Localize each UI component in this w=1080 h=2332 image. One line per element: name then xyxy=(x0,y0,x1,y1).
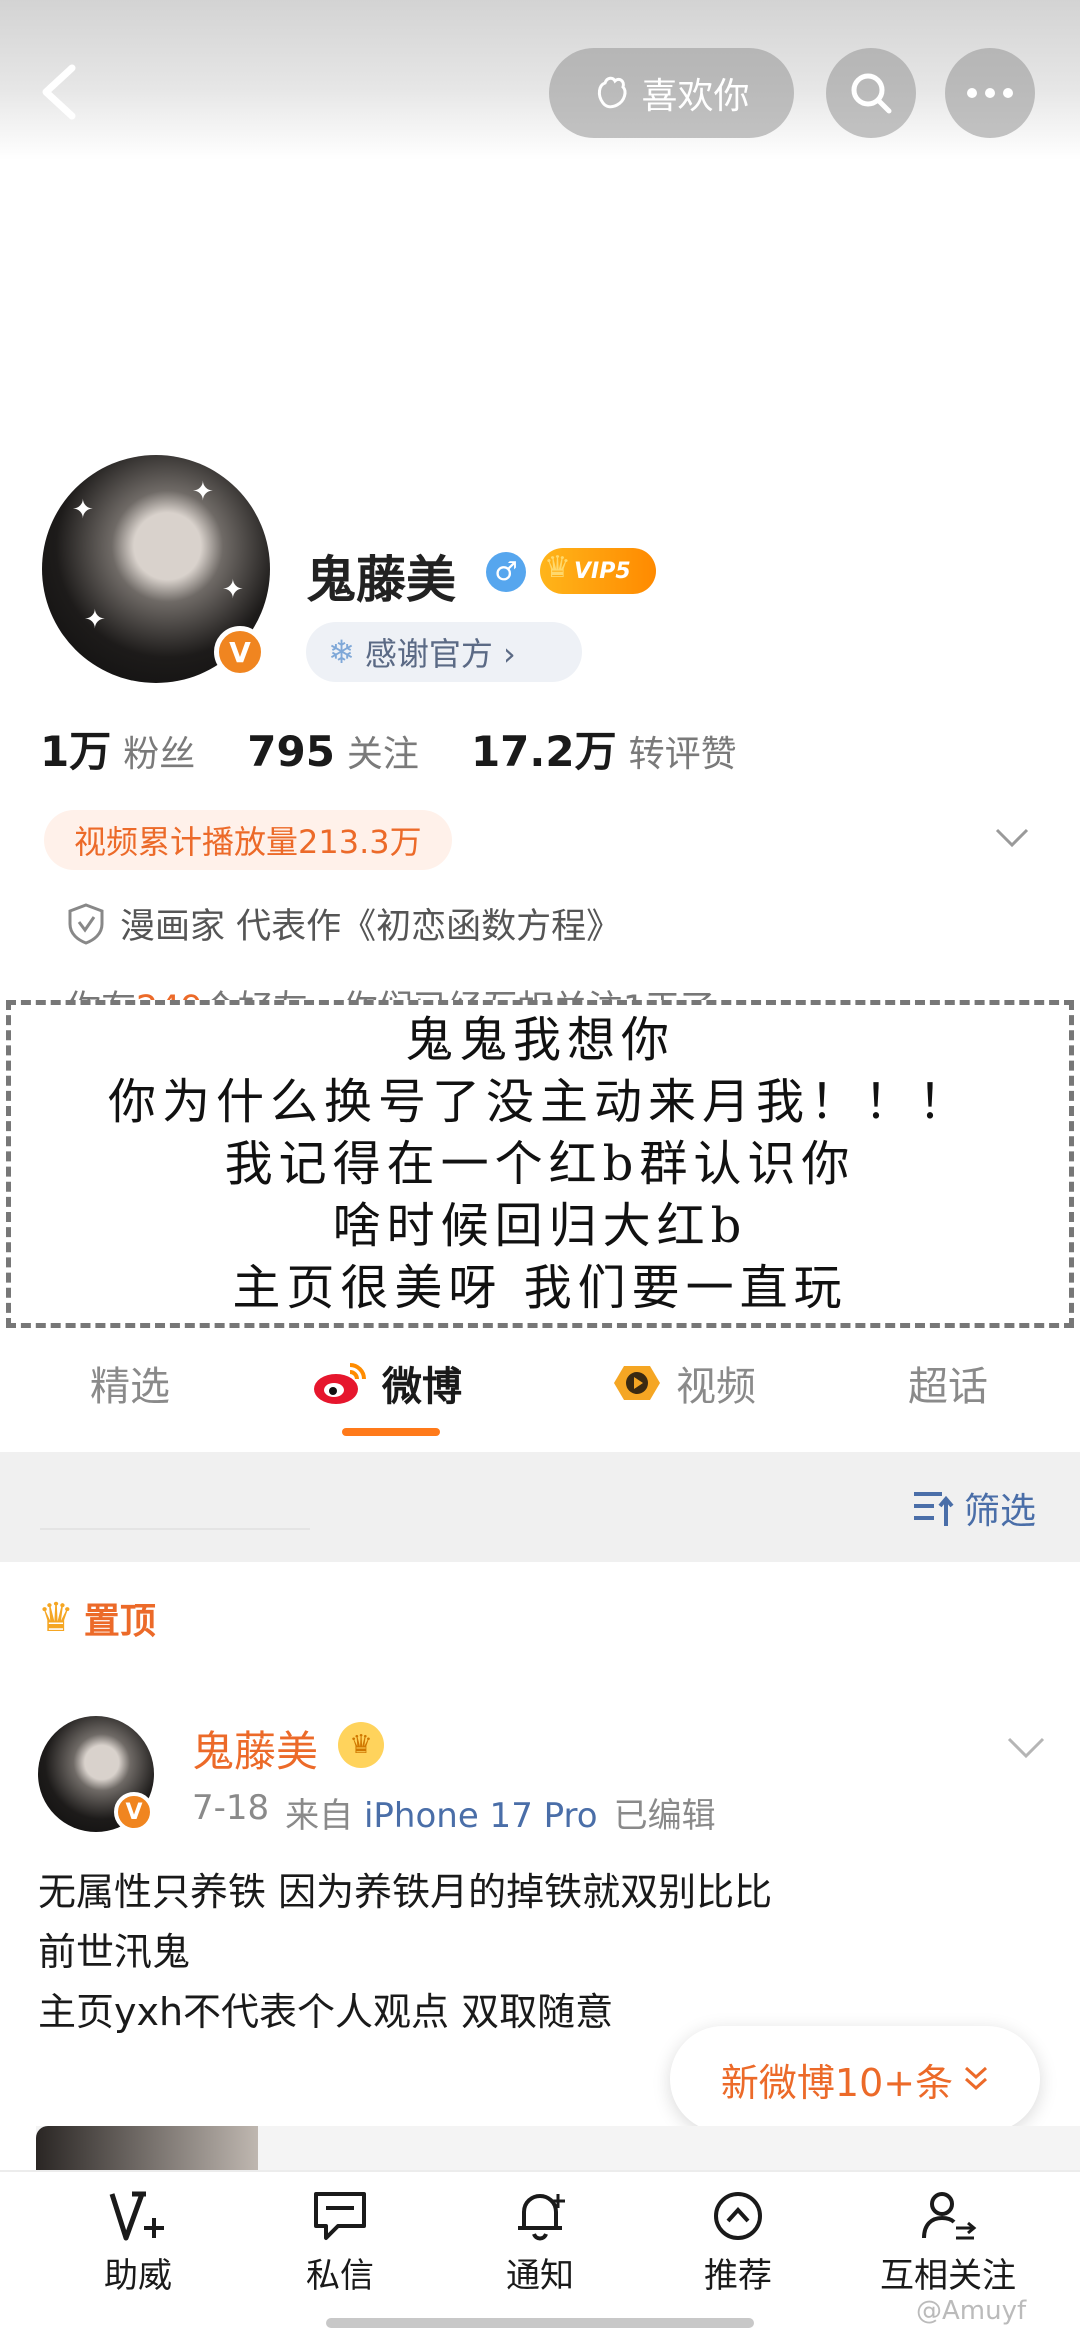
post-author-name[interactable]: 鬼藤美 xyxy=(192,1718,318,1779)
pinned-label: 置顶 xyxy=(83,1601,156,1642)
note-line: 啥时候回归大红b xyxy=(332,1198,748,1254)
tab-video[interactable]: 视频 xyxy=(610,1354,756,1412)
search-button[interactable] xyxy=(826,48,916,138)
faded-placeholder xyxy=(40,1494,310,1530)
profile-stats: 1万 粉丝 795 关注 17.2万 转评赞 xyxy=(40,718,737,779)
stat-engagement[interactable]: 17.2万 转评赞 xyxy=(471,718,737,779)
snowflake-icon: ❄ xyxy=(328,633,355,671)
top-bar xyxy=(0,0,1080,160)
post-media-thumbnail[interactable] xyxy=(36,2126,258,2170)
new-posts-label: 新微博10+条 xyxy=(720,2060,954,2105)
stat-label: 转评赞 xyxy=(628,734,737,775)
nav-label: 私信 xyxy=(306,2256,374,2296)
male-gender-icon: ♂ xyxy=(486,552,526,592)
nav-label: 推荐 xyxy=(704,2256,772,2296)
thanks-official-button[interactable]: ❄ 感谢官方 › xyxy=(306,622,582,682)
shield-icon xyxy=(68,902,104,945)
role-text: 漫画家 代表作《初恋函数方程》 xyxy=(120,907,622,947)
nav-messages[interactable]: 私信 xyxy=(270,2188,410,2297)
nav-label: 通知 xyxy=(506,2256,574,2296)
vip-badge[interactable]: ♛ VIP5 xyxy=(540,548,656,594)
weibo-logo-icon xyxy=(314,1363,366,1404)
note-line: 我记得在一个红b群认识你 xyxy=(224,1136,856,1192)
post-line: 前世汛鬼 xyxy=(38,1930,191,1974)
recommend-icon xyxy=(714,2192,762,2240)
stat-value: 17.2万 xyxy=(470,727,617,776)
filter-label: 筛选 xyxy=(964,1491,1037,1532)
more-button[interactable] xyxy=(945,48,1035,138)
nav-cheer[interactable]: 助威 xyxy=(68,2188,208,2297)
like-you-label: 喜欢你 xyxy=(641,76,750,117)
tab-label: 精选 xyxy=(90,1364,170,1410)
thanks-label: 感谢官方 › xyxy=(364,635,516,673)
double-chevron-down-icon xyxy=(965,2066,988,2091)
cheer-icon xyxy=(109,2191,164,2241)
handwritten-note: 鬼鬼我想你 你为什么换号了没主动来月我！！！ 我记得在一个红b群认识你 啥时候回… xyxy=(6,1000,1074,1328)
back-arrow-icon[interactable] xyxy=(38,62,82,122)
profile-role-row: 漫画家 代表作《初恋函数方程》 xyxy=(66,898,621,949)
nav-recommend[interactable]: 推荐 xyxy=(668,2188,808,2297)
post-body[interactable]: 无属性只养铁 因为养铁月的掉铁就双别比比 前世汛鬼 主页yxh不代表个人观点 双… xyxy=(38,1862,772,2042)
tab-label: 超话 xyxy=(908,1364,988,1410)
stat-value: 1万 xyxy=(40,727,112,776)
stat-following[interactable]: 795 关注 xyxy=(247,725,419,777)
watermark: @Amuyf xyxy=(916,2296,1027,2326)
bell-icon xyxy=(518,2194,565,2241)
message-icon xyxy=(314,2192,366,2240)
nav-notifications[interactable]: 通知 xyxy=(470,2188,610,2297)
vip-crown-icon: ♛ xyxy=(338,1722,384,1768)
tab-featured[interactable]: 精选 xyxy=(90,1354,170,1412)
vip-label: VIP5 xyxy=(574,558,631,584)
active-tab-indicator xyxy=(342,1428,440,1436)
verified-badge-icon: V xyxy=(114,1792,154,1832)
new-posts-button[interactable]: 新微博10+条 xyxy=(670,2026,1040,2132)
search-icon xyxy=(851,73,892,114)
tab-label: 视频 xyxy=(676,1364,756,1410)
post-date: 7-18 xyxy=(192,1788,270,1828)
video-play-count-badge[interactable]: 视频累计播放量213.3万 xyxy=(44,810,452,870)
hand-wave-icon xyxy=(598,76,627,109)
video-icon xyxy=(614,1366,660,1400)
profile-name: 鬼藤美 xyxy=(306,551,456,609)
filter-button[interactable]: 筛选 xyxy=(912,1482,1036,1534)
tab-super-topic[interactable]: 超话 xyxy=(908,1354,988,1412)
stat-label: 关注 xyxy=(346,734,419,775)
note-line: 主页很美呀 我们要一直玩 xyxy=(232,1260,848,1316)
chevron-down-icon[interactable] xyxy=(994,826,1030,850)
filter-icon xyxy=(914,1492,954,1526)
crown-icon: ♛ xyxy=(544,550,571,585)
nav-label: 助威 xyxy=(104,2256,172,2296)
tab-label: 微博 xyxy=(382,1364,462,1410)
post-line: 主页yxh不代表个人观点 双取随意 xyxy=(38,1990,614,2034)
post-meta: 7-18 来自 iPhone 17 Pro 已编辑 xyxy=(192,1788,716,1837)
mutual-follow-icon xyxy=(922,2192,977,2240)
home-indicator[interactable] xyxy=(326,2318,754,2328)
pinned-label-row: ♛ 置顶 xyxy=(38,1592,156,1644)
post-line: 无属性只养铁 因为养铁月的掉铁就双别比比 xyxy=(38,1870,773,1914)
like-you-button[interactable]: 喜欢你 xyxy=(549,48,794,138)
post-source-prefix: 来自 xyxy=(285,1796,354,1836)
more-dots-icon xyxy=(967,88,1013,98)
tab-weibo[interactable]: 微博 xyxy=(310,1354,462,1412)
nav-mutual-follow[interactable]: 互相关注 xyxy=(868,2188,1028,2297)
verified-badge-icon: V xyxy=(214,626,266,678)
chevron-down-icon[interactable] xyxy=(1006,1735,1046,1761)
post-edited: 已编辑 xyxy=(613,1796,716,1836)
stat-fans[interactable]: 1万 粉丝 xyxy=(40,718,195,779)
stat-value: 795 xyxy=(247,727,335,776)
note-line: 鬼鬼我想你 xyxy=(404,1012,675,1068)
note-line: 你为什么换号了没主动来月我！！！ xyxy=(107,1074,972,1130)
stat-label: 粉丝 xyxy=(123,734,196,775)
nav-label: 互相关注 xyxy=(880,2256,1016,2296)
crown-icon: ♛ xyxy=(38,1595,74,1641)
post-device[interactable]: iPhone 17 Pro xyxy=(364,1796,598,1836)
